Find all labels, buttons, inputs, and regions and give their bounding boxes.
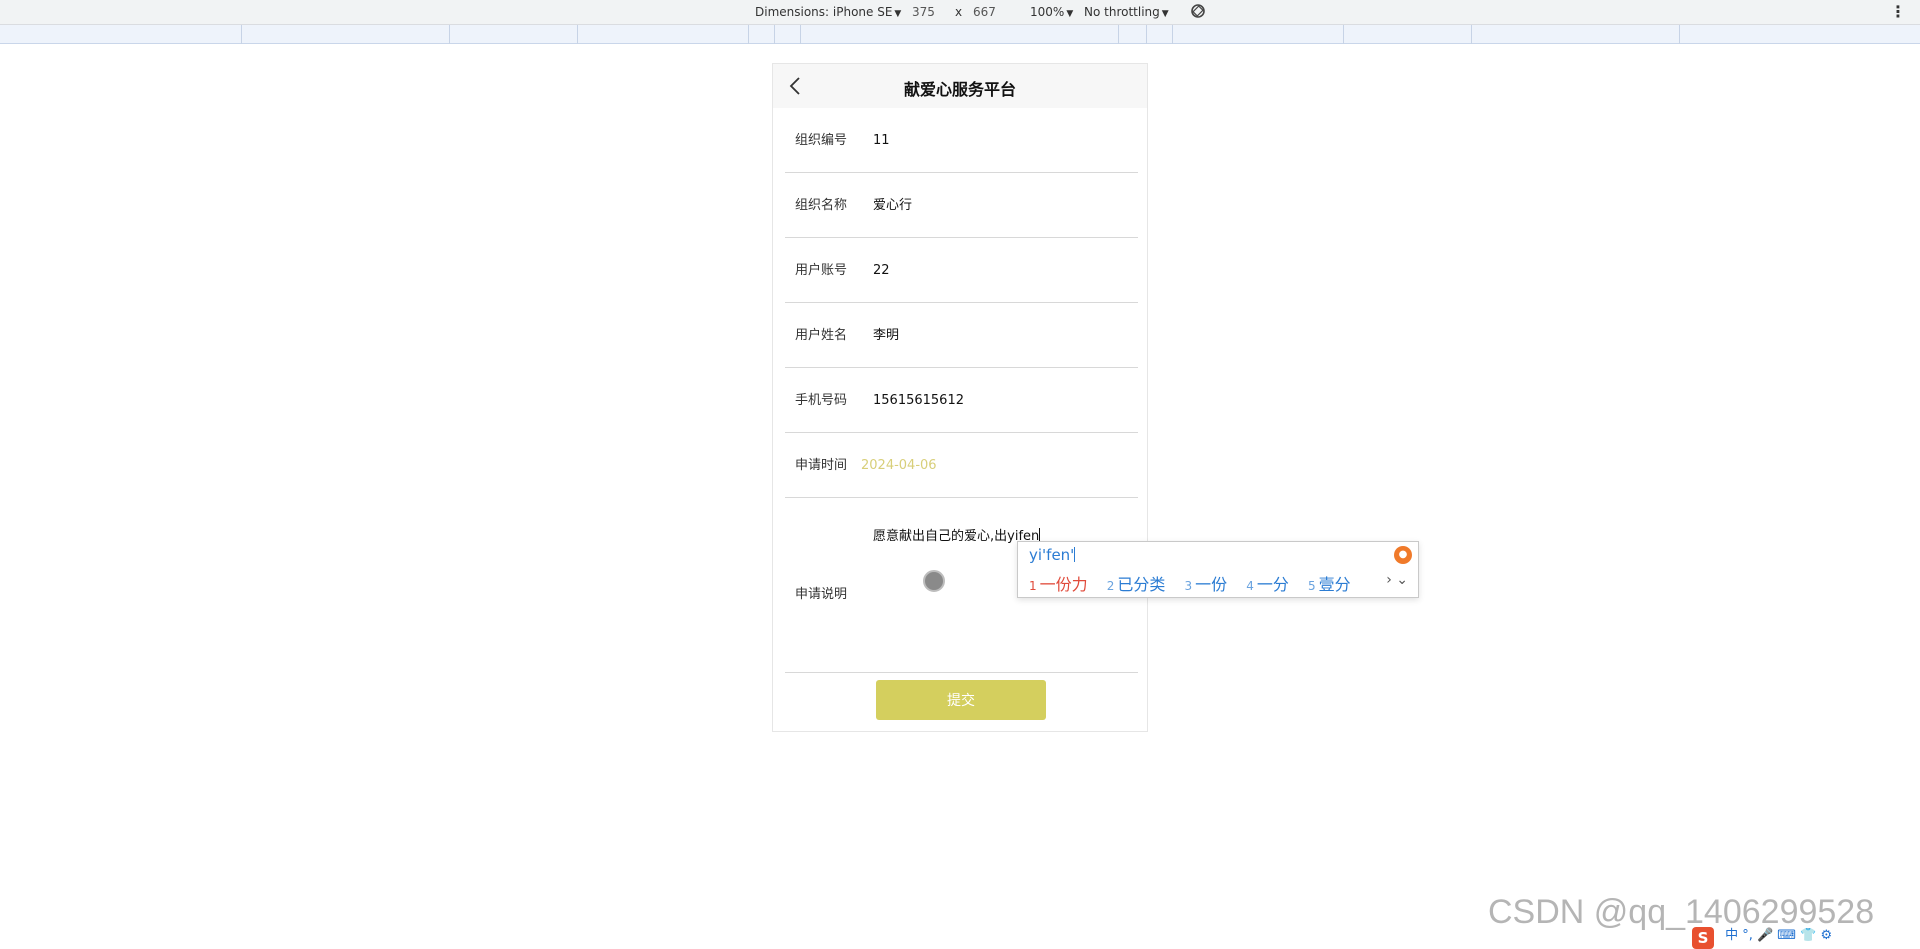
caret-down-icon: ▼: [1161, 9, 1169, 19]
ime-next-page-icon[interactable]: › ⌄: [1386, 572, 1408, 588]
phone-input[interactable]: 15615615612: [873, 368, 964, 433]
throttling-dropdown[interactable]: No throttling ▼: [1084, 5, 1169, 19]
ime-cursor: [1074, 547, 1076, 562]
field-label: 用户姓名: [795, 328, 848, 343]
description-text: 愿意献出自己的爱心,出yifen: [873, 529, 1040, 544]
dimension-separator: x: [955, 5, 963, 19]
ime-composition: yi'fen': [1029, 546, 1076, 564]
ime-candidate-number: 1: [1029, 579, 1037, 593]
field-apply-date[interactable]: 申请时间 2024-04-06: [785, 433, 1138, 498]
org-id-input[interactable]: 11: [873, 108, 890, 173]
devtools-device-toolbar: Dimensions: iPhone SE ▼ 375 x 667 100% ▼ N…: [0, 0, 1920, 25]
ime-candidate-number: 3: [1184, 579, 1193, 593]
dimensions-label: Dimensions: iPhone SE: [755, 5, 893, 19]
field-label: 申请时间: [795, 458, 848, 473]
phone-viewport: 献爱心服务平台 组织编号 11 组织名称 爱心行 用户账号 22 用户姓名 李明…: [772, 63, 1148, 732]
ime-candidate-list: 1 一份力 2 已分类 3 一份 4 一分 5 壹分: [1029, 571, 1365, 595]
ime-candidate-number: 5: [1308, 579, 1316, 593]
ime-candidate[interactable]: 4 一分: [1246, 571, 1289, 595]
height-input[interactable]: 667: [973, 5, 996, 19]
ime-candidate-number: 4: [1246, 579, 1254, 593]
ime-candidate-text: 已分类: [1117, 575, 1166, 594]
ime-candidate-text: 壹分: [1318, 575, 1351, 594]
sogou-logo-icon[interactable]: S: [1692, 927, 1714, 949]
user-name-input[interactable]: 李明: [873, 303, 899, 368]
org-name-input[interactable]: 爱心行: [873, 173, 912, 238]
submit-button[interactable]: 提交: [876, 680, 1046, 720]
caret-down-icon: ▼: [894, 9, 902, 19]
ime-logo-icon[interactable]: ●: [1394, 546, 1412, 564]
ime-status-bar: S 中 °, 🎤 ⌨ 👕 ⚙: [1692, 924, 1832, 949]
field-label: 用户账号: [795, 263, 848, 278]
throttling-label: No throttling: [1084, 5, 1160, 19]
ime-candidate[interactable]: 2 已分类: [1107, 571, 1166, 595]
nav-bar: 献爱心服务平台: [773, 64, 1147, 108]
ime-candidate-number: 2: [1106, 579, 1115, 593]
apply-date-picker[interactable]: 2024-04-06: [861, 433, 937, 498]
width-input[interactable]: 375: [912, 5, 935, 19]
ime-candidate-text: 一份: [1195, 575, 1228, 594]
text-cursor: [1039, 528, 1041, 542]
caret-down-icon: ▼: [1066, 9, 1074, 19]
ime-candidate[interactable]: 5 壹分: [1308, 571, 1351, 595]
field-label: 组织名称: [795, 198, 848, 213]
ime-candidate-text: 一份力: [1039, 575, 1088, 594]
ime-candidate[interactable]: 1 一份力: [1029, 571, 1088, 595]
ime-toolbar-icons[interactable]: 中 °, 🎤 ⌨ 👕 ⚙: [1725, 924, 1832, 943]
media-query-bar[interactable]: [0, 25, 1920, 44]
more-options-icon[interactable]: ⋮: [1890, 2, 1906, 21]
field-phone[interactable]: 手机号码 15615615612: [785, 368, 1138, 433]
ime-candidate-text: 一分: [1256, 575, 1289, 594]
touch-pointer: [923, 570, 945, 592]
field-user-name[interactable]: 用户姓名 李明: [785, 303, 1138, 368]
ime-pinyin: yi'fen': [1029, 546, 1075, 564]
field-label: 手机号码: [795, 393, 848, 408]
field-label: 申请说明: [795, 587, 848, 602]
zoom-label: 100%: [1030, 5, 1065, 19]
field-label: 组织编号: [795, 133, 848, 148]
user-account-input[interactable]: 22: [873, 238, 890, 303]
zoom-dropdown[interactable]: 100% ▼: [1030, 5, 1073, 19]
field-org-name[interactable]: 组织名称 爱心行: [785, 173, 1138, 238]
dimensions-dropdown[interactable]: Dimensions: iPhone SE ▼: [755, 5, 901, 19]
field-user-account[interactable]: 用户账号 22: [785, 238, 1138, 303]
ime-candidate[interactable]: 3 一份: [1185, 571, 1228, 595]
field-org-id[interactable]: 组织编号 11: [785, 108, 1138, 173]
page-title: 献爱心服务平台: [903, 80, 1016, 99]
ime-candidate-window: yi'fen' ● 1 一份力 2 已分类 3 一份 4 一分 5 壹分 › ⌄: [1017, 541, 1419, 598]
description-textarea[interactable]: 愿意献出自己的爱心,出yifen: [873, 525, 1041, 544]
rotate-icon[interactable]: [1188, 1, 1208, 21]
